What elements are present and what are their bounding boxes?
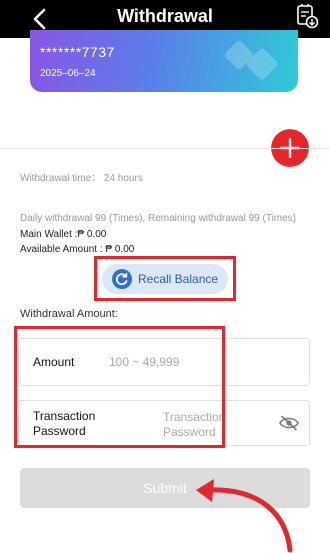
card-watermark-icon [225,41,278,80]
red-arrow-annotation [196,479,293,553]
bank-card[interactable]: *******7737 2025–06–24 [30,30,298,92]
withdrawal-amount-title: Withdrawal Amount: [20,308,118,320]
recall-balance-label: Recall Balance [138,272,219,286]
refresh-icon [112,269,132,289]
recall-balance-button[interactable]: Recall Balance [102,264,228,294]
eye-off-icon[interactable] [279,415,299,431]
available-amount-text: Available Amount : ₱ 0.00 [20,244,135,255]
main-wallet-text: Main Wallet :₱ 0.00 [20,229,107,240]
card-number: *******7737 [40,44,115,60]
withdrawal-time-text: Withdrawal time： 24 hours [20,173,143,184]
daily-limit-text: Daily withdrawal 99 (Times), Remaining w… [20,213,297,224]
section-divider [0,148,330,149]
card-date: 2025–06–24 [40,68,96,79]
document-download-icon[interactable] [294,2,320,32]
page-title: Withdrawal [117,6,213,26]
highlight-box-form [14,326,225,448]
